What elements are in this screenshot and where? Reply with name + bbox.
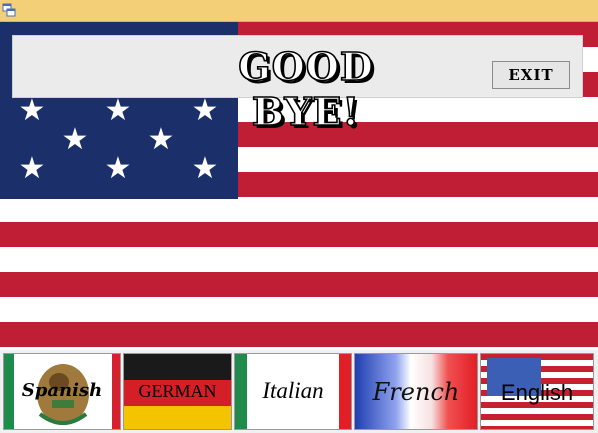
exit-button[interactable]: EXIT bbox=[492, 61, 570, 89]
italian-label: Italian bbox=[262, 378, 324, 403]
spanish-label: Spanish bbox=[21, 380, 103, 401]
italian-language-button[interactable]: Italian bbox=[234, 353, 352, 430]
german-label: GERMAN bbox=[138, 381, 217, 401]
german-language-button[interactable]: GERMAN bbox=[123, 353, 232, 430]
english-language-button[interactable]: English bbox=[480, 353, 594, 430]
english-label: English bbox=[500, 380, 574, 405]
french-label: French bbox=[372, 378, 460, 406]
french-language-button[interactable]: French bbox=[354, 353, 478, 430]
title-bar bbox=[0, 0, 598, 22]
app-window-icon bbox=[2, 3, 16, 17]
spanish-language-button[interactable]: Spanish bbox=[3, 353, 121, 430]
goodbye-message: GOOD BYE! bbox=[237, 43, 374, 135]
